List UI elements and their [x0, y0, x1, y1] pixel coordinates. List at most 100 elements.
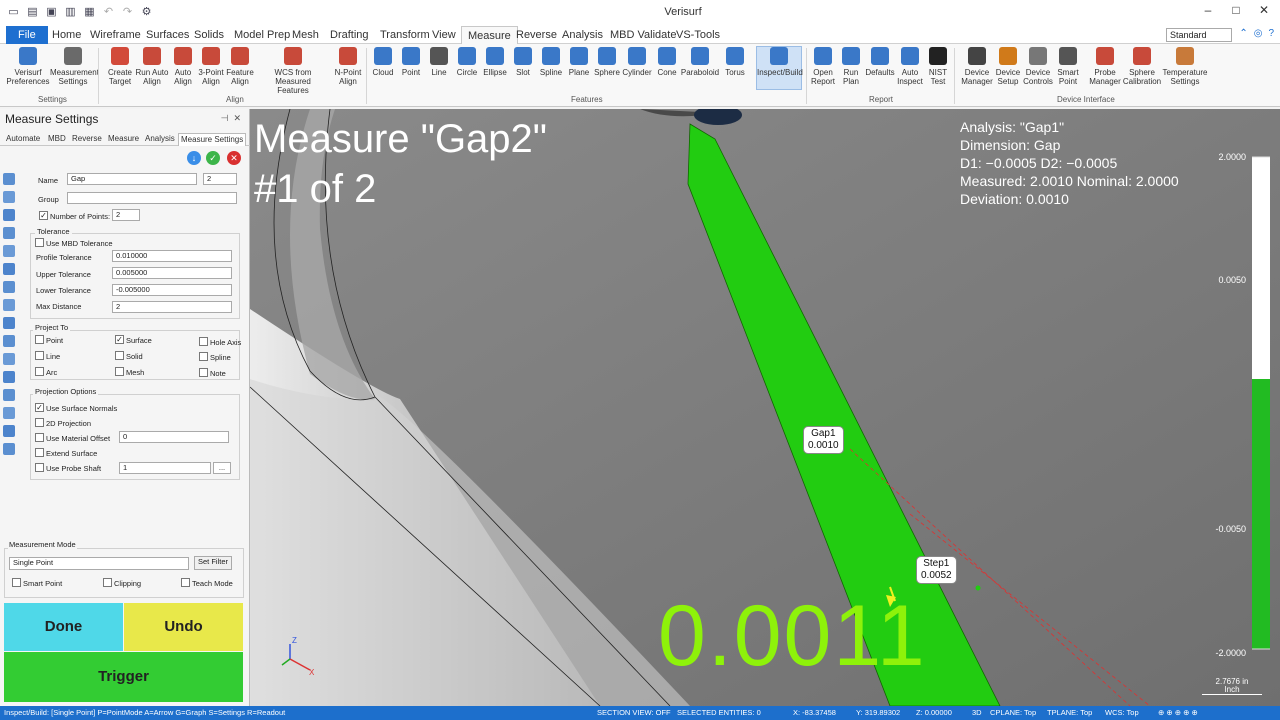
tab-wireframe[interactable]: Wireframe [90, 26, 141, 44]
project-line-checkbox[interactable] [35, 351, 44, 360]
teach-mode-checkbox[interactable] [181, 578, 190, 587]
tab-solids[interactable]: Solids [194, 26, 224, 44]
ribbon-button-sphere-calibration[interactable]: Sphere Calibration [1119, 47, 1165, 86]
status-wcs[interactable]: WCS: Top [1105, 706, 1139, 720]
tool-icon-16[interactable] [3, 443, 15, 455]
tool-icon-13[interactable] [3, 389, 15, 401]
minimize-icon[interactable]: – [1198, 3, 1218, 17]
measurement-mode-select[interactable]: Single Point [9, 557, 189, 570]
name-field[interactable]: Gap [67, 173, 197, 185]
ptab-reverse[interactable]: Reverse [72, 133, 102, 145]
upper-tolerance-field[interactable]: 0.005000 [112, 267, 232, 279]
help-icon[interactable]: ? [1268, 28, 1274, 39]
tab-measure[interactable]: Measure [461, 26, 518, 44]
tool-icon-7[interactable] [3, 281, 15, 293]
trigger-button[interactable]: Trigger [4, 652, 243, 702]
set-filter-button[interactable]: Set Filter [194, 556, 232, 570]
tab-home[interactable]: Home [52, 26, 81, 44]
number-of-points-checkbox[interactable]: ✓ [39, 211, 48, 220]
profile-tolerance-field[interactable]: 0.010000 [112, 250, 232, 262]
tab-analysis[interactable]: Analysis [562, 26, 603, 44]
confirm-icon[interactable]: ✓ [206, 151, 220, 165]
ribbon-button-inspect-build[interactable]: Inspect/Build [756, 46, 803, 90]
undo-button[interactable]: Undo [124, 603, 243, 651]
lower-tolerance-field[interactable]: -0.005000 [112, 284, 232, 296]
project-point-checkbox[interactable] [35, 335, 44, 344]
tool-icon-12[interactable] [3, 371, 15, 383]
tool-icon-14[interactable] [3, 407, 15, 419]
tab-mesh[interactable]: Mesh [292, 26, 319, 44]
gap1-tag[interactable]: Gap1 0.0010 [803, 426, 844, 454]
project-surface-checkbox[interactable]: ✓ [115, 335, 124, 344]
number-of-points-field[interactable]: 2 [112, 209, 140, 221]
project-mesh-checkbox[interactable] [115, 367, 124, 376]
ptab-mbd[interactable]: MBD [48, 133, 66, 145]
project-solid-checkbox[interactable] [115, 351, 124, 360]
status-view[interactable]: 3D [972, 706, 982, 720]
ribbon-button-torus[interactable]: Torus [712, 47, 758, 77]
tab-model-prep[interactable]: Model Prep [234, 26, 290, 44]
smart-point-checkbox[interactable] [12, 578, 21, 587]
tool-icon-5[interactable] [3, 245, 15, 257]
project-arc-checkbox[interactable] [35, 367, 44, 376]
tool-icon-15[interactable] [3, 425, 15, 437]
use-mbd-tolerance-checkbox[interactable] [35, 238, 44, 247]
tool-icon-8[interactable] [3, 299, 15, 311]
tool-icon-11[interactable] [3, 353, 15, 365]
tab-file[interactable]: File [6, 26, 48, 44]
tab-vs-tools[interactable]: VS-Tools [676, 26, 720, 44]
style-select[interactable]: Standard [1166, 28, 1232, 42]
material-offset-checkbox[interactable] [35, 433, 44, 442]
status-section-view[interactable]: SECTION VIEW: OFF [597, 706, 671, 720]
status-tplane[interactable]: TPLANE: Top [1047, 706, 1092, 720]
status-globe-icon[interactable]: ⊕ ⊕ ⊕ ⊕ ⊕ [1158, 706, 1198, 720]
tab-drafting[interactable]: Drafting [330, 26, 369, 44]
close-icon[interactable]: ✕ [1254, 3, 1274, 17]
ptab-analysis[interactable]: Analysis [145, 133, 175, 145]
graphics-viewport[interactable]: Z X Measure "Gap2" #1 of 2 Analysis: "Ga… [250, 109, 1280, 706]
chevron-up-icon[interactable]: ⌃ [1239, 28, 1247, 39]
status-cplane[interactable]: CPLANE: Top [990, 706, 1036, 720]
done-button[interactable]: Done [4, 603, 123, 651]
ribbon-button-wcs[interactable]: WCS from Measured Features [270, 47, 316, 95]
tool-icon-2[interactable] [3, 191, 15, 203]
tool-icon-9[interactable] [3, 317, 15, 329]
panel-close-icon[interactable]: ✕ [233, 113, 241, 123]
tab-mbd-validate[interactable]: MBD Validate [610, 26, 676, 44]
step1-tag[interactable]: Step1 0.0052 [916, 556, 957, 584]
cancel-icon[interactable]: ✕ [227, 151, 241, 165]
probe-shaft-checkbox[interactable] [35, 463, 44, 472]
material-offset-field[interactable]: 0 [119, 431, 229, 443]
ptab-automate[interactable]: Automate [6, 133, 40, 145]
globe-icon[interactable]: ◎ [1254, 28, 1263, 39]
probe-shaft-field[interactable]: 1 [119, 462, 211, 474]
extend-surface-checkbox[interactable] [35, 448, 44, 457]
ribbon-button-measurement-settings[interactable]: Measurement Settings [50, 47, 99, 86]
ptab-measure[interactable]: Measure [108, 133, 139, 145]
project-note-checkbox[interactable] [199, 368, 208, 377]
project-spline-checkbox[interactable] [199, 352, 208, 361]
status-selected[interactable]: SELECTED ENTITIES: 0 [677, 706, 761, 720]
tool-icon-10[interactable] [3, 335, 15, 347]
surface-normals-checkbox[interactable]: ✓ [35, 403, 44, 412]
tool-icon-6[interactable] [3, 263, 15, 275]
probe-shaft-browse-button[interactable]: ... [213, 462, 231, 474]
project-hole-axis-checkbox[interactable] [199, 337, 208, 346]
group-select[interactable] [67, 192, 237, 204]
2d-projection-checkbox[interactable] [35, 418, 44, 427]
maximize-icon[interactable]: □ [1226, 3, 1246, 17]
tool-icon-1[interactable] [3, 173, 15, 185]
ribbon-button-preferences[interactable]: Verisurf Preferences [5, 47, 51, 86]
tab-reverse[interactable]: Reverse [516, 26, 557, 44]
pin-icon[interactable]: ⊣ [221, 113, 229, 123]
ribbon-button-temperature[interactable]: Temperature Settings [1162, 47, 1208, 86]
max-distance-field[interactable]: 2 [112, 301, 232, 313]
name-index-stepper[interactable]: 2 [203, 173, 237, 185]
tool-icon-4[interactable] [3, 227, 15, 239]
tool-icon-3[interactable] [3, 209, 15, 221]
ptab-measure-settings[interactable]: Measure Settings [178, 133, 247, 146]
tab-surfaces[interactable]: Surfaces [146, 26, 189, 44]
tab-view[interactable]: View [432, 26, 456, 44]
tab-transform[interactable]: Transform [380, 26, 430, 44]
download-icon[interactable]: ↓ [187, 151, 201, 165]
